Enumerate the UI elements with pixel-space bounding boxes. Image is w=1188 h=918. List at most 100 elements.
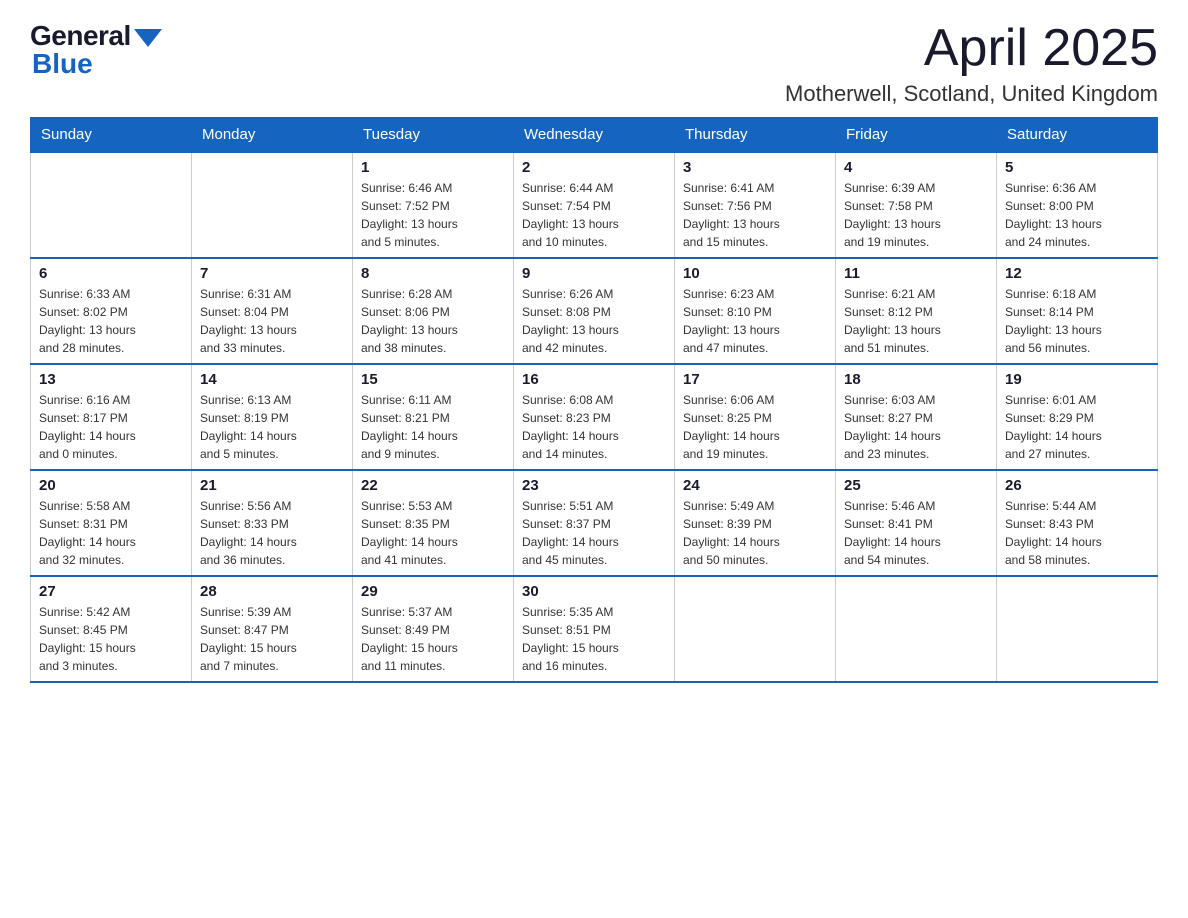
calendar-cell: 7Sunrise: 6:31 AMSunset: 8:04 PMDaylight… (192, 258, 353, 364)
day-info-line: Sunrise: 6:01 AM (1005, 391, 1149, 409)
day-info: Sunrise: 6:23 AMSunset: 8:10 PMDaylight:… (683, 285, 827, 357)
day-info-line: Sunset: 8:14 PM (1005, 303, 1149, 321)
day-info-line: Daylight: 14 hours (200, 427, 344, 445)
day-info-line: Sunset: 8:39 PM (683, 515, 827, 533)
day-info: Sunrise: 5:42 AMSunset: 8:45 PMDaylight:… (39, 603, 183, 675)
day-info-line: Daylight: 13 hours (361, 321, 505, 339)
calendar-cell: 26Sunrise: 5:44 AMSunset: 8:43 PMDayligh… (997, 470, 1158, 576)
day-info-line: Daylight: 13 hours (683, 321, 827, 339)
day-info: Sunrise: 5:35 AMSunset: 8:51 PMDaylight:… (522, 603, 666, 675)
day-info-line: Sunrise: 5:53 AM (361, 497, 505, 515)
calendar-cell: 19Sunrise: 6:01 AMSunset: 8:29 PMDayligh… (997, 364, 1158, 470)
day-info-line: Daylight: 13 hours (1005, 321, 1149, 339)
page-header: General Blue April 2025 Motherwell, Scot… (30, 20, 1158, 107)
calendar-header-row: SundayMondayTuesdayWednesdayThursdayFrid… (31, 118, 1158, 153)
logo-blue-text: Blue (30, 48, 93, 80)
day-info-line: Sunset: 8:19 PM (200, 409, 344, 427)
day-info: Sunrise: 6:06 AMSunset: 8:25 PMDaylight:… (683, 391, 827, 463)
calendar-cell: 17Sunrise: 6:06 AMSunset: 8:25 PMDayligh… (675, 364, 836, 470)
day-info-line: Sunset: 8:04 PM (200, 303, 344, 321)
day-info-line: and 16 minutes. (522, 657, 666, 675)
day-info-line: Sunset: 8:27 PM (844, 409, 988, 427)
day-info-line: Sunset: 7:54 PM (522, 197, 666, 215)
day-number: 14 (200, 371, 344, 388)
day-info-line: Sunset: 8:10 PM (683, 303, 827, 321)
day-info-line: Sunset: 8:17 PM (39, 409, 183, 427)
day-info-line: Sunset: 8:31 PM (39, 515, 183, 533)
location-title: Motherwell, Scotland, United Kingdom (785, 81, 1158, 107)
calendar-cell: 9Sunrise: 6:26 AMSunset: 8:08 PMDaylight… (514, 258, 675, 364)
day-info: Sunrise: 6:41 AMSunset: 7:56 PMDaylight:… (683, 179, 827, 251)
calendar-cell: 12 Sunrise: 6:18 AMSunset: 8:14 PMDayligh… (997, 258, 1158, 364)
day-info-line: Sunrise: 6:18 AM (1005, 285, 1149, 303)
day-info-line: Sunrise: 6:28 AM (361, 285, 505, 303)
day-number: 4 (844, 159, 988, 176)
day-info: Sunrise: 5:46 AMSunset: 8:41 PMDaylight:… (844, 497, 988, 569)
day-info-line: Sunrise: 6:44 AM (522, 179, 666, 197)
calendar-cell: 22Sunrise: 5:53 AMSunset: 8:35 PMDayligh… (353, 470, 514, 576)
day-info: Sunrise: 6:39 AMSunset: 7:58 PMDaylight:… (844, 179, 988, 251)
calendar-cell (31, 152, 192, 258)
day-info-line: Sunrise: 5:56 AM (200, 497, 344, 515)
day-info-line: Daylight: 13 hours (844, 321, 988, 339)
day-info: Sunrise: 5:44 AMSunset: 8:43 PMDaylight:… (1005, 497, 1149, 569)
calendar-header-tuesday: Tuesday (353, 118, 514, 153)
day-info-line: and 0 minutes. (39, 445, 183, 463)
day-info-line: Sunset: 8:02 PM (39, 303, 183, 321)
day-info-line: Sunset: 7:56 PM (683, 197, 827, 215)
day-info: Sunrise: 6:31 AMSunset: 8:04 PMDaylight:… (200, 285, 344, 357)
day-info-line: Sunset: 8:21 PM (361, 409, 505, 427)
day-info-line: Sunset: 8:33 PM (200, 515, 344, 533)
day-info-line: Daylight: 15 hours (361, 639, 505, 657)
day-info-line: and 5 minutes. (200, 445, 344, 463)
calendar-cell: 1Sunrise: 6:46 AMSunset: 7:52 PMDaylight… (353, 152, 514, 258)
day-info-line: Daylight: 14 hours (522, 533, 666, 551)
day-info-line: Sunrise: 5:35 AM (522, 603, 666, 621)
day-info-line: Daylight: 14 hours (522, 427, 666, 445)
day-number: 12 (1005, 265, 1149, 282)
day-info-line: Daylight: 14 hours (39, 533, 183, 551)
day-number: 28 (200, 583, 344, 600)
calendar-table: SundayMondayTuesdayWednesdayThursdayFrid… (30, 117, 1158, 683)
calendar-cell: 11Sunrise: 6:21 AMSunset: 8:12 PMDayligh… (836, 258, 997, 364)
day-number: 10 (683, 265, 827, 282)
day-info: Sunrise: 6:16 AMSunset: 8:17 PMDaylight:… (39, 391, 183, 463)
day-info: Sunrise: 5:49 AMSunset: 8:39 PMDaylight:… (683, 497, 827, 569)
day-info-line: Sunrise: 6:21 AM (844, 285, 988, 303)
calendar-week-row: 13Sunrise: 6:16 AMSunset: 8:17 PMDayligh… (31, 364, 1158, 470)
day-info-line: Sunrise: 6:03 AM (844, 391, 988, 409)
day-info-line: Daylight: 14 hours (361, 427, 505, 445)
calendar-cell: 27Sunrise: 5:42 AMSunset: 8:45 PMDayligh… (31, 576, 192, 682)
day-number: 2 (522, 159, 666, 176)
day-info-line: Daylight: 13 hours (361, 215, 505, 233)
day-info-line: Sunrise: 5:42 AM (39, 603, 183, 621)
day-info: Sunrise: 6:33 AMSunset: 8:02 PMDaylight:… (39, 285, 183, 357)
day-info-line: Sunrise: 6:06 AM (683, 391, 827, 409)
calendar-week-row: 27Sunrise: 5:42 AMSunset: 8:45 PMDayligh… (31, 576, 1158, 682)
calendar-cell: 18Sunrise: 6:03 AMSunset: 8:27 PMDayligh… (836, 364, 997, 470)
day-info-line: Sunrise: 6:13 AM (200, 391, 344, 409)
day-info-line: and 27 minutes. (1005, 445, 1149, 463)
calendar-cell (192, 152, 353, 258)
day-info-line: Sunrise: 5:51 AM (522, 497, 666, 515)
day-info-line: Sunrise: 6:39 AM (844, 179, 988, 197)
day-info-line: Sunrise: 6:11 AM (361, 391, 505, 409)
day-info-line: Sunrise: 6:41 AM (683, 179, 827, 197)
calendar-week-row: 1Sunrise: 6:46 AMSunset: 7:52 PMDaylight… (31, 152, 1158, 258)
calendar-header-saturday: Saturday (997, 118, 1158, 153)
day-info-line: and 54 minutes. (844, 551, 988, 569)
calendar-cell: 4 Sunrise: 6:39 AMSunset: 7:58 PMDaylight… (836, 152, 997, 258)
day-info-line: Sunrise: 5:39 AM (200, 603, 344, 621)
day-info-line: Sunset: 8:51 PM (522, 621, 666, 639)
day-info-line: and 10 minutes. (522, 233, 666, 251)
day-info-line: and 9 minutes. (361, 445, 505, 463)
day-info-line: Sunrise: 6:23 AM (683, 285, 827, 303)
day-info-line: Daylight: 14 hours (1005, 427, 1149, 445)
calendar-cell: 10 Sunrise: 6:23 AMSunset: 8:10 PMDayligh… (675, 258, 836, 364)
day-info-line: Sunrise: 5:58 AM (39, 497, 183, 515)
day-info: Sunrise: 6:36 AMSunset: 8:00 PMDaylight:… (1005, 179, 1149, 251)
day-info-line: and 5 minutes. (361, 233, 505, 251)
day-info: Sunrise: 5:39 AMSunset: 8:47 PMDaylight:… (200, 603, 344, 675)
day-info-line: and 51 minutes. (844, 339, 988, 357)
day-info-line: Sunset: 8:37 PM (522, 515, 666, 533)
